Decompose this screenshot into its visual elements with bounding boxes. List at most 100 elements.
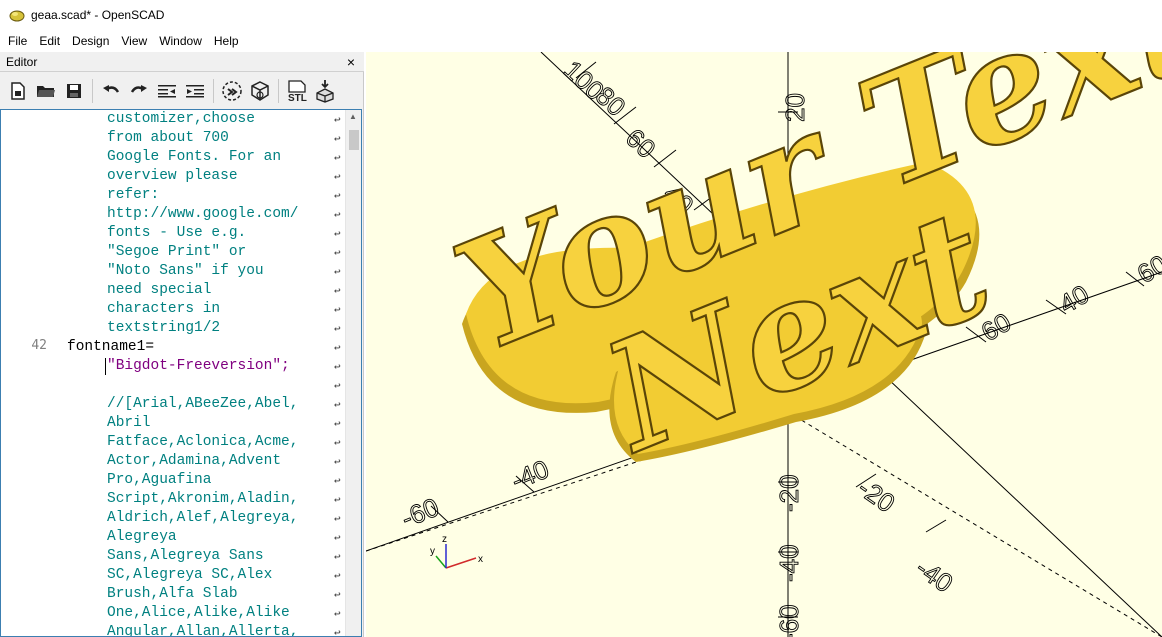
3d-viewport[interactable]: 100 80 60 40 20 60 40 60 -40 -60 -20 -20… bbox=[366, 52, 1162, 637]
code-line: //[Arial,ABeeZee,Abel, bbox=[107, 396, 299, 412]
axis-indicator: x y z bbox=[430, 534, 483, 569]
code-text: customizer,choose from about 700 Google Fo… bbox=[67, 110, 337, 636]
menu-help[interactable]: Help bbox=[208, 32, 245, 50]
code-line: Angular,Allan,Allerta, bbox=[107, 624, 299, 637]
wrap-icon: ↩ bbox=[334, 360, 341, 373]
code-line: http://www.google.com/ bbox=[107, 206, 299, 222]
undo-button[interactable] bbox=[97, 77, 125, 105]
wrap-icon: ↩ bbox=[334, 379, 341, 392]
wrap-icon: ↩ bbox=[334, 493, 341, 506]
axis-x-label: x bbox=[478, 554, 483, 565]
wrap-icon: ↩ bbox=[334, 284, 341, 297]
code-line: textstring1/2 bbox=[107, 320, 221, 336]
indent-button[interactable] bbox=[181, 77, 209, 105]
code-line: Aldrich,Alef,Alegreya, bbox=[107, 510, 299, 526]
axis-tick-label: -40 bbox=[507, 454, 553, 496]
unindent-button[interactable] bbox=[153, 77, 181, 105]
scrollbar-thumb[interactable] bbox=[349, 130, 359, 150]
wrap-icon: ↩ bbox=[334, 531, 341, 544]
indent-icon bbox=[186, 85, 204, 98]
3d-scene: 100 80 60 40 20 60 40 60 -40 -60 -20 -20… bbox=[366, 52, 1162, 637]
toolbar-separator bbox=[92, 79, 93, 103]
save-file-button[interactable] bbox=[60, 77, 88, 105]
render-button[interactable] bbox=[246, 77, 274, 105]
close-editor-button[interactable]: × bbox=[344, 54, 358, 70]
axis-tick-label: -40 bbox=[774, 544, 804, 582]
menu-view[interactable]: View bbox=[115, 32, 153, 50]
code-line: Script,Akronim,Aladin, bbox=[107, 491, 299, 507]
openscad-app-icon bbox=[9, 10, 25, 22]
code-line: Sans,Alegreya Sans bbox=[107, 548, 264, 564]
preview-icon bbox=[222, 81, 242, 101]
wrap-icon: ↩ bbox=[334, 227, 341, 240]
editor-vertical-scrollbar[interactable]: ▲ bbox=[345, 110, 361, 636]
axis-z-label: z bbox=[442, 534, 447, 545]
redo-icon bbox=[130, 85, 147, 93]
3d-text-model: Your Text Next bbox=[432, 52, 1162, 488]
undo-icon bbox=[103, 85, 120, 93]
wrap-icon: ↩ bbox=[334, 512, 341, 525]
wrap-icon: ↩ bbox=[334, 607, 341, 620]
code-line: overview please bbox=[107, 168, 238, 184]
menu-window[interactable]: Window bbox=[153, 32, 208, 50]
toolbar-separator bbox=[213, 79, 214, 103]
code-line: Google Fonts. For an bbox=[107, 149, 282, 165]
viewport-toolbar-edge bbox=[366, 630, 1162, 637]
wrap-icon: ↩ bbox=[334, 189, 341, 202]
render-cube-icon bbox=[251, 81, 269, 101]
code-line: characters in bbox=[107, 301, 221, 317]
axis-tick-label: -20 bbox=[853, 472, 901, 518]
wrap-icon: ↩ bbox=[334, 417, 341, 430]
code-line: "Segoe Print" or bbox=[107, 244, 247, 260]
code-line: SC,Alegreya SC,Alex bbox=[107, 567, 273, 583]
code-line: One,Alice,Alike,Alike bbox=[107, 605, 290, 621]
wrap-icon: ↩ bbox=[334, 151, 341, 164]
line-number: 42 bbox=[31, 338, 47, 353]
3d-print-icon bbox=[316, 80, 334, 103]
wrap-icon: ↩ bbox=[334, 303, 341, 316]
axis-tick-label: 60 bbox=[1132, 249, 1162, 289]
wrap-icon: ↩ bbox=[334, 455, 341, 468]
wrap-icon: ↩ bbox=[334, 265, 341, 278]
export-stl-button[interactable]: STL bbox=[283, 77, 311, 105]
window-title: geaa.scad* - OpenSCAD bbox=[31, 8, 165, 22]
menu-file[interactable]: File bbox=[2, 32, 33, 50]
redo-button[interactable] bbox=[125, 77, 153, 105]
save-icon bbox=[67, 84, 81, 98]
code-line: Pro,Aguafina bbox=[107, 472, 212, 488]
wrap-icon: ↩ bbox=[334, 246, 341, 259]
editor-toolbar: STL bbox=[0, 74, 364, 108]
code-line: fonts - Use e.g. bbox=[107, 225, 247, 241]
code-line: need special bbox=[107, 282, 212, 298]
toolbar-separator bbox=[278, 79, 279, 103]
wrap-icon: ↩ bbox=[334, 170, 341, 183]
open-file-button[interactable] bbox=[32, 77, 60, 105]
wrap-icon: ↩ bbox=[334, 626, 341, 637]
scroll-up-arrow-icon[interactable]: ▲ bbox=[349, 112, 357, 121]
new-file-button[interactable] bbox=[4, 77, 32, 105]
code-editor[interactable]: 42 customizer,choose from about 700 Google… bbox=[0, 109, 362, 637]
code-line: "Bigdot-Freeversion"; bbox=[107, 358, 290, 374]
axis-tick-label: -20 bbox=[774, 474, 804, 512]
send-to-print-button[interactable] bbox=[311, 77, 339, 105]
code-line: from about 700 bbox=[107, 130, 229, 146]
code-line: "Noto Sans" if you bbox=[107, 263, 264, 279]
line-number-gutter: 42 bbox=[1, 110, 59, 636]
editor-pane: Editor × STL 42 customizer,choose from a… bbox=[0, 52, 364, 637]
code-line: Brush,Alfa Slab bbox=[107, 586, 238, 602]
wrap-icon: ↩ bbox=[334, 132, 341, 145]
code-line: Alegreya bbox=[107, 529, 177, 545]
axis-tick-label: -60 bbox=[397, 492, 443, 534]
code-line: fontname1= bbox=[67, 339, 155, 355]
wrap-icon: ↩ bbox=[334, 474, 341, 487]
axis-tick-label: 40 bbox=[1054, 279, 1094, 319]
stl-export-icon: STL bbox=[288, 80, 307, 103]
preview-button[interactable] bbox=[218, 77, 246, 105]
menu-design[interactable]: Design bbox=[66, 32, 115, 50]
menu-edit[interactable]: Edit bbox=[33, 32, 66, 50]
code-line: customizer,choose bbox=[107, 111, 255, 127]
title-bar: geaa.scad* - OpenSCAD bbox=[0, 0, 1162, 30]
editor-title: Editor bbox=[6, 54, 38, 69]
editor-header: Editor × bbox=[0, 52, 364, 72]
open-folder-icon bbox=[37, 86, 55, 97]
